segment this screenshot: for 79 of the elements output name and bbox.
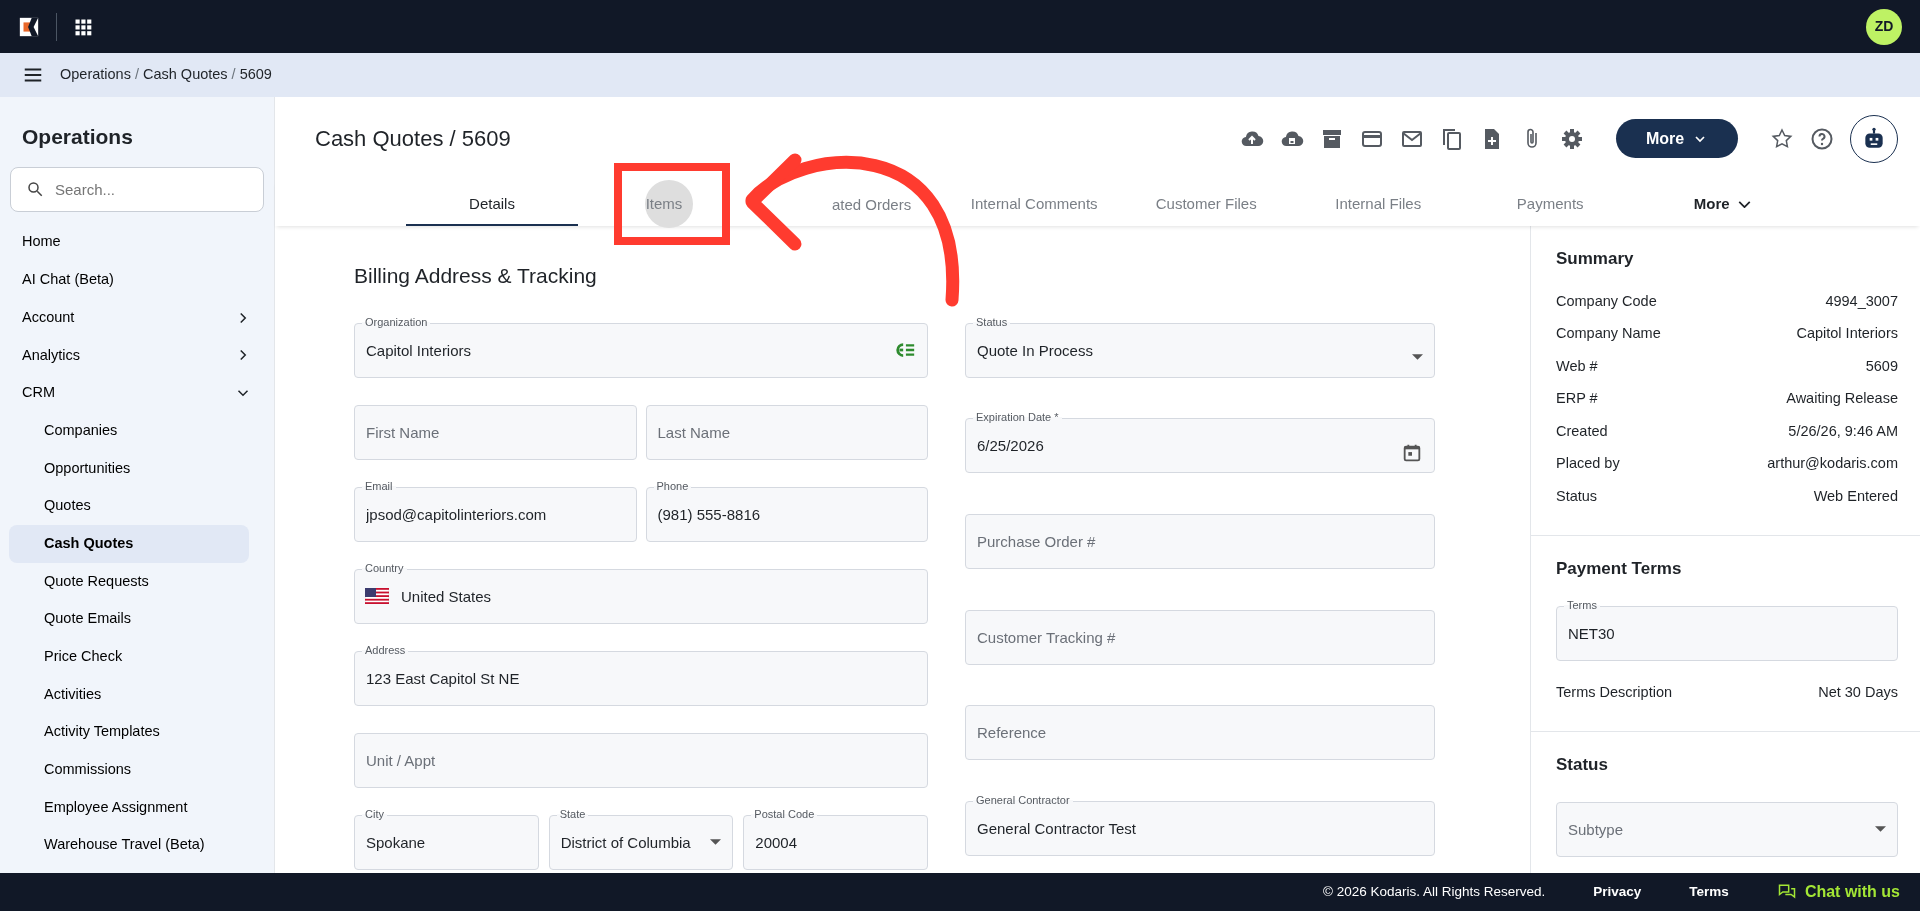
summary-label: Placed by [1556, 454, 1620, 474]
star-icon[interactable] [1770, 126, 1794, 151]
summary-label: Company Code [1556, 291, 1657, 311]
sidebar-item[interactable]: AI Chat (Beta) [0, 261, 274, 299]
text-field[interactable]: First Name [354, 404, 637, 460]
tab[interactable]: Internal Comments [948, 180, 1121, 226]
section-title: Billing Address & Tracking [354, 263, 598, 289]
summary-label: ERP # [1556, 389, 1598, 409]
sidebar-subitem[interactable]: Activities [9, 675, 249, 714]
terms-value: Net 30 Days [1818, 682, 1898, 702]
logo-icon[interactable] [18, 15, 40, 38]
summary-label: Status [1556, 486, 1598, 506]
search-icon [26, 179, 44, 198]
footer-link[interactable]: Terms [1689, 881, 1729, 903]
sidebar-subitem[interactable]: Price Check [9, 638, 249, 676]
field-label: Expiration Date * [973, 410, 1062, 425]
summary-value: 5/26/26, 9:46 AM [1788, 421, 1898, 441]
summary-value: 5609 [1865, 356, 1898, 376]
summary-label: Web # [1556, 356, 1598, 376]
search-field[interactable]: Search... [10, 166, 264, 212]
sidebar-item[interactable]: CRM [0, 374, 274, 412]
summary-value: 4994_3007 [1825, 291, 1898, 311]
tab[interactable]: Details [406, 180, 578, 226]
settings-icon[interactable] [1560, 126, 1584, 151]
chat-button[interactable]: Chat with us [1776, 880, 1900, 904]
section-title: Payment Terms [1556, 558, 1683, 580]
click-indicator [645, 180, 693, 228]
tab[interactable]: Internal Files [1292, 180, 1465, 226]
sidebar-item[interactable]: Analytics [0, 336, 274, 375]
breadcrumb-link[interactable]: Cash Quotes [142, 64, 228, 86]
sidebar-item[interactable]: Home [0, 223, 274, 262]
dropdown-arrow-icon [710, 839, 722, 845]
text-field[interactable]: Unit / Appt [354, 732, 928, 788]
sidebar-subitem[interactable]: Quotes [9, 487, 249, 525]
footer-link[interactable]: Privacy [1593, 881, 1642, 903]
breadcrumb-link[interactable]: 5609 [239, 64, 272, 86]
tab[interactable]: More [1636, 180, 1809, 226]
sidebar-subitem[interactable]: Commissions [9, 751, 249, 789]
sidebar-title: Operations [21, 124, 134, 150]
text-field[interactable]: Last Name [645, 404, 928, 460]
breadcrumb-separator: / [134, 65, 139, 85]
section-title: Status [1556, 754, 1609, 776]
help-icon[interactable] [1810, 126, 1834, 151]
sidebar-subitem[interactable]: Employee Assignment [9, 788, 249, 827]
terms-label: Terms Description [1556, 682, 1673, 702]
us-flag-icon [365, 588, 389, 604]
summary-value: arthur@kodaris.com [1767, 454, 1898, 474]
sidebar-subitem[interactable]: Opportunities [9, 449, 249, 488]
text-field[interactable]: Customer Tracking # [965, 609, 1435, 665]
sidebar-subitem[interactable]: Activity Templates [9, 713, 249, 752]
section-title: Summary [1556, 248, 1635, 270]
tab[interactable]: ated Orders [828, 180, 916, 226]
sidebar-subitem[interactable]: Warehouse Travel (Beta) [9, 826, 249, 865]
summary-value: Web Entered [1813, 486, 1898, 506]
summary-label: Created [1556, 421, 1608, 441]
sidebar-subitem[interactable]: Quote Requests [9, 562, 249, 601]
tab[interactable]: Payments [1464, 180, 1637, 226]
page-title: Cash Quotes / 5609 [315, 125, 511, 153]
tab[interactable]: Customer Files [1120, 180, 1293, 226]
copyright-text: © 2026 Kodaris. All Rights Reserved. [1323, 882, 1546, 901]
summary-label: Company Name [1556, 324, 1661, 344]
summary-value: Capitol Interiors [1796, 324, 1898, 344]
user-avatar[interactable]: ZD [1866, 8, 1902, 45]
copy-icon[interactable] [1440, 126, 1464, 151]
breadcrumb-separator: / [231, 65, 236, 85]
more-button[interactable]: More [1616, 119, 1738, 158]
select-field[interactable]: Subtype [1556, 801, 1898, 857]
chevron-down-icon [1737, 201, 1751, 208]
text-field[interactable]: Purchase Order # [965, 513, 1435, 569]
sidebar-subitem[interactable]: Quote Emails [9, 600, 249, 639]
sidebar-subitem[interactable]: Companies [9, 411, 249, 450]
dropdown-arrow-icon [1875, 826, 1886, 832]
dropdown-arrow-icon [1412, 353, 1423, 360]
assistant-button[interactable] [1850, 114, 1898, 163]
sidebar-subitem[interactable]: Cash Quotes [9, 525, 249, 563]
text-field[interactable]: Reference [965, 705, 1435, 761]
summary-value: Awaiting Release [1786, 389, 1898, 409]
sidebar-item[interactable]: Account [0, 298, 274, 337]
breadcrumb-link[interactable]: Operations [60, 64, 131, 86]
